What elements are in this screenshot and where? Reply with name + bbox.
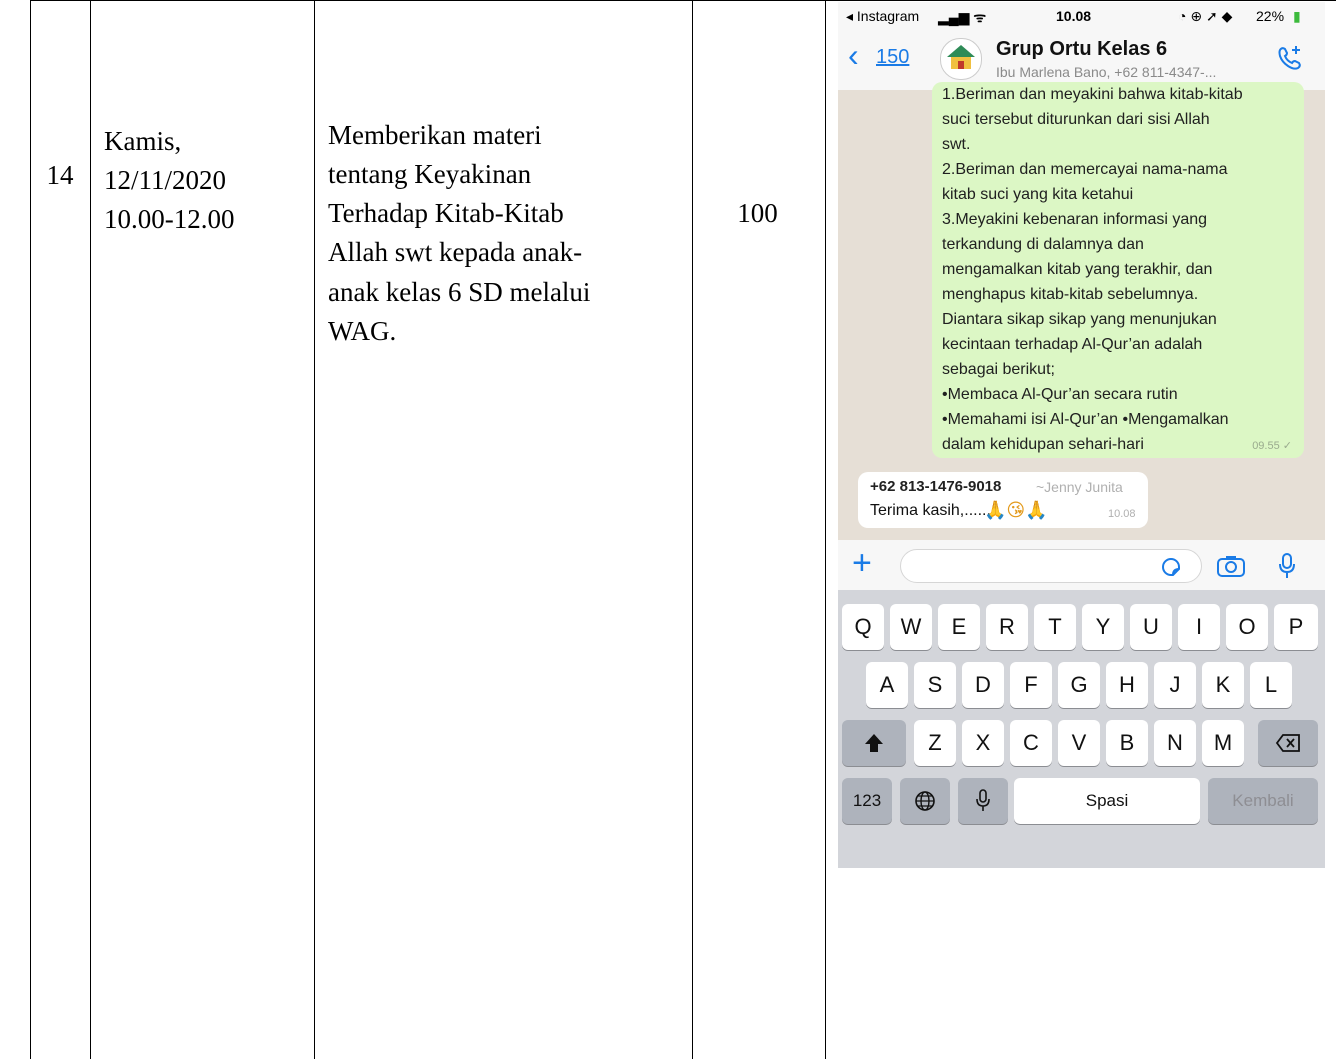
key-o[interactable]: O: [1226, 604, 1268, 650]
key-m[interactable]: M: [1202, 720, 1244, 766]
backspace-key[interactable]: [1258, 720, 1318, 766]
incoming-message[interactable]: +62 813-1476-9018 ~Jenny Junita Terima k…: [858, 472, 1148, 528]
call-add-icon[interactable]: [1274, 42, 1306, 74]
chat-area: 1.Beriman dan meyakini bahwa kitab-kitab…: [838, 82, 1325, 540]
sticker-icon[interactable]: [1160, 556, 1182, 578]
column-border: [90, 0, 91, 1059]
key-u[interactable]: U: [1130, 604, 1172, 650]
status-icons: ◔ ⊕ ➚ ◆: [1178, 8, 1233, 24]
key-j[interactable]: J: [1154, 662, 1196, 708]
key-s[interactable]: S: [914, 662, 956, 708]
message-input[interactable]: [900, 549, 1202, 583]
key-k[interactable]: K: [1202, 662, 1244, 708]
sender-alias: ~Jenny Junita: [1036, 479, 1123, 495]
outgoing-message-text: 1.Beriman dan meyakini bahwa kitab-kitab…: [942, 86, 1243, 453]
battery-icon: ▮: [1293, 8, 1301, 24]
key-x[interactable]: X: [962, 720, 1004, 766]
column-border: [30, 0, 31, 1059]
dictation-key[interactable]: [958, 778, 1008, 824]
key-w[interactable]: W: [890, 604, 932, 650]
key-d[interactable]: D: [962, 662, 1004, 708]
outgoing-message[interactable]: 1.Beriman dan meyakini bahwa kitab-kitab…: [932, 82, 1304, 458]
key-h[interactable]: H: [1106, 662, 1148, 708]
key-e[interactable]: E: [938, 604, 980, 650]
key-b[interactable]: B: [1106, 720, 1148, 766]
group-avatar[interactable]: [940, 38, 982, 80]
space-key[interactable]: Spasi: [1014, 778, 1200, 824]
activity-description: Memberikan materi tentang Keyakinan Terh…: [328, 120, 591, 346]
key-a[interactable]: A: [866, 662, 908, 708]
key-v[interactable]: V: [1058, 720, 1100, 766]
key-q[interactable]: Q: [842, 604, 884, 650]
numbers-key[interactable]: 123: [842, 778, 892, 824]
key-l[interactable]: L: [1250, 662, 1292, 708]
table-top-border: [30, 0, 1336, 1]
outgoing-message-time: 09.55 ✓: [1252, 440, 1292, 452]
key-p[interactable]: P: [1274, 604, 1318, 650]
sender-number[interactable]: +62 813-1476-9018: [870, 478, 1001, 495]
whatsapp-screenshot: ◂ Instagram ▂▄▆ ᯤ 10.08 ◔ ⊕ ➚ ◆ 22% ▮ ‹ …: [838, 2, 1325, 868]
back-chevron-icon[interactable]: ‹: [848, 39, 859, 71]
status-bar: ◂ Instagram ▂▄▆ ᯤ 10.08 ◔ ⊕ ➚ ◆ 22% ▮: [838, 2, 1325, 32]
mic-icon[interactable]: [1278, 552, 1296, 580]
column-border: [314, 0, 315, 1059]
battery-level: 22%: [1256, 8, 1285, 24]
date-time-cell: Kamis, 12/11/2020 10.00-12.00: [104, 126, 235, 235]
key-z[interactable]: Z: [914, 720, 956, 766]
plus-icon[interactable]: +: [852, 544, 872, 582]
key-y[interactable]: Y: [1082, 604, 1124, 650]
backspace-icon: [1275, 734, 1300, 752]
row-number: 14: [46, 160, 74, 190]
globe-key[interactable]: [900, 778, 950, 824]
column-border: [825, 0, 826, 1059]
signal-icon: ▂▄▆ ᯤ: [938, 9, 987, 25]
key-c[interactable]: C: [1010, 720, 1052, 766]
key-n[interactable]: N: [1154, 720, 1196, 766]
score-cell: 100: [737, 198, 778, 228]
clock: 10.08: [1056, 8, 1092, 24]
key-f[interactable]: F: [1010, 662, 1052, 708]
incoming-message-time: 10.08: [1108, 508, 1136, 520]
globe-icon: [915, 791, 935, 811]
column-border: [692, 0, 693, 1059]
key-g[interactable]: G: [1058, 662, 1100, 708]
incoming-message-text: Terima kasih,......: [870, 502, 991, 519]
shift-icon: [865, 734, 883, 752]
camera-icon[interactable]: [1216, 554, 1246, 578]
incoming-message-emoji: 🙏😘🙏: [984, 500, 1048, 520]
key-i[interactable]: I: [1178, 604, 1220, 650]
key-r[interactable]: R: [986, 604, 1028, 650]
message-input-bar: +: [838, 540, 1325, 590]
return-key[interactable]: Kembali: [1208, 778, 1318, 824]
shift-key[interactable]: [842, 720, 906, 766]
school-logo-icon: [947, 45, 975, 69]
key-t[interactable]: T: [1034, 604, 1076, 650]
back-to-app-link[interactable]: ◂ Instagram: [846, 8, 919, 25]
dictation-mic-icon: [976, 789, 990, 811]
keyboard: Q W E R T Y U I O P A S D F G H J K L Z …: [838, 590, 1325, 868]
group-members: Ibu Marlena Bano, +62 811-4347-...: [996, 64, 1217, 80]
back-button-count[interactable]: 150: [876, 46, 909, 69]
group-name[interactable]: Grup Ortu Kelas 6: [996, 38, 1167, 61]
